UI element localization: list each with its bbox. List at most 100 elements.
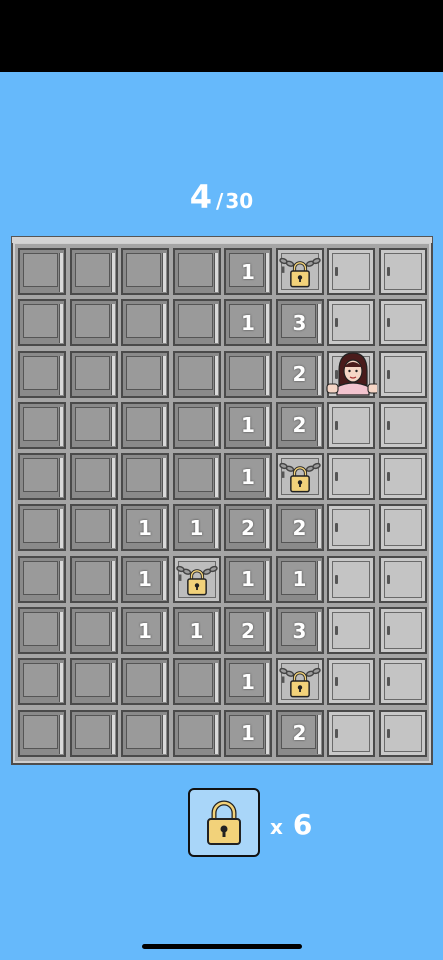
padlock-icon <box>207 800 241 845</box>
chained-lock-icon <box>278 668 321 698</box>
number-locker[interactable]: 1 <box>224 453 272 501</box>
closed-locker[interactable] <box>378 453 427 501</box>
open-locker[interactable] <box>69 299 118 347</box>
locker-number: 1 <box>138 515 152 540</box>
open-locker[interactable] <box>18 299 66 347</box>
padlock-inventory-button[interactable] <box>188 788 260 857</box>
number-locker[interactable]: 1 <box>121 504 169 552</box>
open-locker[interactable] <box>121 453 169 501</box>
open-locker[interactable] <box>69 504 118 552</box>
open-locker[interactable] <box>172 709 221 757</box>
level-separator: / <box>216 189 224 213</box>
open-locker[interactable] <box>172 248 221 295</box>
number-locker[interactable]: 1 <box>224 658 272 706</box>
closed-locker[interactable] <box>378 504 427 552</box>
open-locker[interactable] <box>18 658 66 706</box>
number-locker[interactable]: 2 <box>275 709 324 757</box>
closed-locker[interactable] <box>327 607 375 655</box>
person-locker[interactable] <box>326 350 377 398</box>
locker-number: 1 <box>292 567 307 592</box>
home-indicator[interactable] <box>142 944 302 949</box>
number-locker[interactable]: 2 <box>275 350 324 398</box>
open-locker[interactable] <box>18 607 66 655</box>
number-locker[interactable]: 2 <box>224 504 272 552</box>
open-locker[interactable] <box>69 453 118 501</box>
locked-locker[interactable] <box>275 658 324 706</box>
locked-locker[interactable] <box>275 248 324 295</box>
closed-locker[interactable] <box>378 401 427 449</box>
closed-locker[interactable] <box>378 607 427 655</box>
open-locker[interactable] <box>69 350 118 398</box>
number-locker[interactable]: 3 <box>275 607 324 655</box>
locker-number: 1 <box>241 721 255 746</box>
number-locker[interactable]: 1 <box>224 299 272 347</box>
open-locker[interactable] <box>69 248 118 295</box>
chained-lock-icon <box>278 257 321 288</box>
number-locker[interactable]: 2 <box>224 607 272 655</box>
number-locker[interactable]: 1 <box>275 555 324 603</box>
chained-lock-icon <box>278 463 321 493</box>
number-locker[interactable]: 1 <box>172 504 221 552</box>
open-locker[interactable] <box>69 607 118 655</box>
open-locker[interactable] <box>69 401 118 449</box>
locked-locker[interactable] <box>172 555 221 603</box>
open-locker[interactable] <box>18 401 66 449</box>
closed-locker[interactable] <box>327 658 375 706</box>
open-locker[interactable] <box>18 504 66 552</box>
open-locker[interactable] <box>172 658 221 706</box>
open-locker[interactable] <box>172 453 221 501</box>
open-locker[interactable] <box>18 453 66 501</box>
level-counter: 4/30 <box>0 178 443 216</box>
number-locker[interactable]: 3 <box>275 299 324 347</box>
number-locker[interactable]: 1 <box>224 248 272 295</box>
number-locker[interactable]: 1 <box>224 401 272 449</box>
closed-locker[interactable] <box>327 555 375 603</box>
open-locker[interactable] <box>121 401 169 449</box>
locker-number: 1 <box>241 413 255 438</box>
locker-number: 3 <box>292 618 307 643</box>
number-locker[interactable]: 2 <box>275 504 324 552</box>
number-locker[interactable]: 1 <box>121 607 169 655</box>
locker-number: 1 <box>241 310 255 335</box>
locked-locker[interactable] <box>275 453 324 501</box>
closed-locker[interactable] <box>327 401 375 449</box>
open-locker[interactable] <box>18 709 66 757</box>
open-locker[interactable] <box>172 299 221 347</box>
locker-number: 1 <box>241 464 255 489</box>
closed-locker[interactable] <box>378 658 427 706</box>
number-locker[interactable]: 1 <box>224 555 272 603</box>
open-locker[interactable] <box>69 555 118 603</box>
closed-locker[interactable] <box>327 504 375 552</box>
closed-locker[interactable] <box>378 709 427 757</box>
number-locker[interactable]: 1 <box>224 709 272 757</box>
open-locker[interactable] <box>121 709 169 757</box>
closed-locker[interactable] <box>327 709 375 757</box>
locker-board: 1 132 121 11221 1111231 1 2 <box>11 236 433 765</box>
closed-locker[interactable] <box>327 453 375 501</box>
open-locker[interactable] <box>69 709 118 757</box>
open-locker[interactable] <box>18 555 66 603</box>
number-locker[interactable]: 1 <box>172 607 221 655</box>
open-locker[interactable] <box>121 350 169 398</box>
open-locker[interactable] <box>18 350 66 398</box>
number-locker[interactable]: 1 <box>121 555 169 603</box>
closed-locker[interactable] <box>327 299 375 347</box>
open-locker[interactable] <box>69 658 118 706</box>
locker-grid: 1 132 121 11221 1111231 1 2 <box>18 248 427 757</box>
closed-locker[interactable] <box>378 248 427 295</box>
open-locker[interactable] <box>121 248 169 295</box>
open-locker[interactable] <box>172 401 221 449</box>
open-locker[interactable] <box>18 248 66 295</box>
locker-number: 2 <box>292 413 307 438</box>
closed-locker[interactable] <box>378 555 427 603</box>
closed-locker[interactable] <box>378 350 427 398</box>
person-icon <box>326 351 377 396</box>
open-locker[interactable] <box>224 350 272 398</box>
open-locker[interactable] <box>121 299 169 347</box>
number-locker[interactable]: 2 <box>275 401 324 449</box>
closed-locker[interactable] <box>327 248 375 295</box>
closed-locker[interactable] <box>378 299 427 347</box>
count-value: 6 <box>292 808 313 841</box>
open-locker[interactable] <box>121 658 169 706</box>
open-locker[interactable] <box>172 350 221 398</box>
